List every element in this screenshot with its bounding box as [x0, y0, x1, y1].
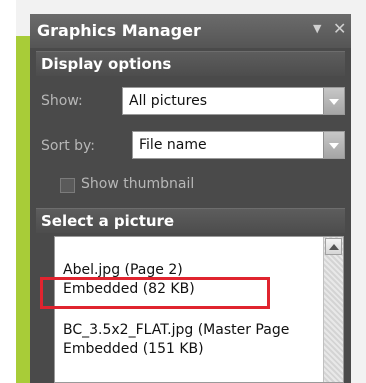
scroll-up-arrow-icon[interactable]	[325, 238, 342, 255]
sort-by-select[interactable]: File name	[132, 131, 345, 159]
list-item-name[interactable]: Abel.jpg (Page 2)	[63, 262, 183, 278]
list-item-name[interactable]: BC_3.5x2_FLAT.jpg (Master Page	[63, 322, 289, 338]
show-thumbnail-label: Show thumbnail	[81, 176, 195, 192]
show-label: Show:	[41, 93, 83, 109]
show-select[interactable]: All pictures	[122, 87, 345, 115]
page-background	[0, 0, 16, 383]
picture-list[interactable]: Abel.jpg (Page 2) Embedded (82 KB) BC_3.…	[54, 236, 344, 383]
panel-menu-icon[interactable]: ▼	[313, 22, 321, 35]
show-select-value: All pictures	[129, 93, 207, 109]
select-picture-header: Select a picture	[36, 208, 345, 233]
sort-by-label: Sort by:	[41, 138, 96, 154]
display-options-header: Display options	[36, 51, 345, 76]
list-scrollbar[interactable]	[323, 237, 343, 382]
graphics-manager-panel: Graphics Manager ▼ ✕ Display options Sho…	[30, 14, 351, 383]
select-picture-title: Select a picture	[41, 212, 175, 230]
sort-by-dropdown-arrow-icon[interactable]	[323, 132, 344, 158]
close-icon[interactable]: ✕	[333, 19, 346, 38]
panel-titlebar: Graphics Manager ▼ ✕	[30, 14, 351, 48]
panel-title: Graphics Manager	[37, 21, 201, 40]
callout-highlight-box	[40, 277, 270, 309]
display-options-title: Display options	[41, 55, 172, 73]
sort-by-select-value: File name	[139, 137, 207, 153]
show-thumbnail-checkbox[interactable]	[60, 178, 75, 193]
show-dropdown-arrow-icon[interactable]	[323, 88, 344, 114]
list-item-detail[interactable]: Embedded (151 KB)	[63, 341, 204, 357]
